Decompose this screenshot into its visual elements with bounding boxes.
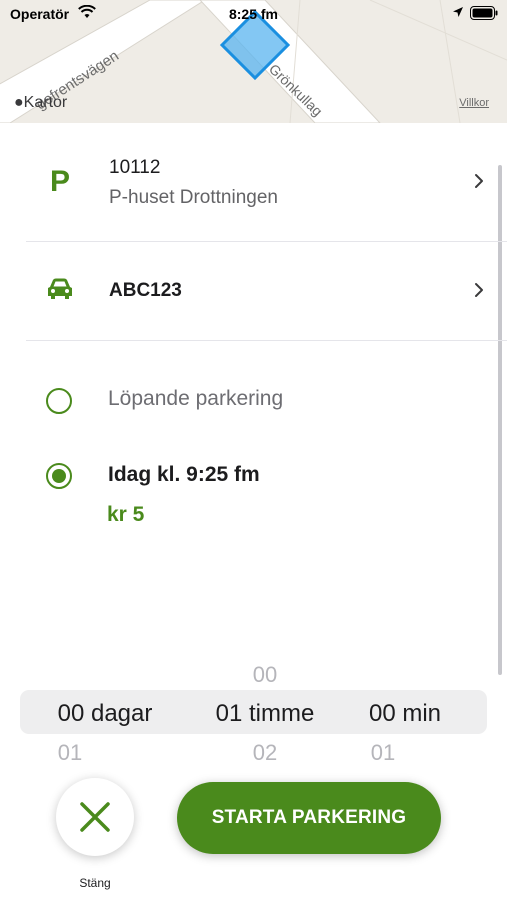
picker-minutes-below[interactable]: 01: [348, 740, 418, 766]
option-continuous-parking[interactable]: Löpande parkering: [26, 375, 486, 425]
divider: [26, 340, 507, 341]
status-time: 8:25 fm: [228, 6, 279, 22]
parking-lot-row[interactable]: P 10112 P-huset Drottningen: [26, 145, 506, 241]
picker-days-selected[interactable]: 00 dagar: [20, 700, 190, 728]
battery-icon: [470, 6, 498, 20]
radio-checked-icon[interactable]: [46, 463, 72, 489]
vehicle-plate: ABC123: [109, 280, 182, 301]
close-icon: [80, 802, 110, 832]
price-label: kr 5: [107, 503, 145, 526]
picker-hours-selected[interactable]: 01 timme: [180, 700, 350, 728]
start-parking-button[interactable]: STARTA PARKERING: [177, 782, 441, 854]
status-bar: Operatör 8:25 fm: [0, 0, 507, 28]
picker-days-below[interactable]: 01: [40, 740, 100, 766]
picker-hours-below[interactable]: 02: [180, 740, 350, 766]
parking-icon: P: [50, 165, 71, 198]
picker-hours-above[interactable]: 00: [180, 662, 350, 688]
apple-logo-icon: ●: [14, 94, 24, 111]
option-end-time[interactable]: Idag kl. 9:25 fm kr 5: [26, 455, 486, 535]
option-label: Idag kl. 9:25 fm: [108, 463, 260, 486]
parking-lot-id: 10112: [109, 157, 161, 178]
radio-unchecked-icon[interactable]: [46, 388, 72, 414]
car-icon: [48, 278, 72, 299]
location-arrow-icon: [453, 7, 463, 17]
chevron-right-icon: [475, 283, 483, 297]
map-terms-link[interactable]: Villkor: [459, 97, 489, 109]
vehicle-row[interactable]: ABC123: [26, 242, 506, 340]
chevron-right-icon: [475, 174, 483, 188]
close-label: Stäng: [79, 876, 111, 890]
duration-picker[interactable]: 00 00 dagar 01 timme 00 min 01 02 01: [0, 650, 507, 780]
map-attribution: ●Kartor: [14, 94, 68, 111]
picker-minutes-selected[interactable]: 00 min: [330, 700, 480, 728]
parking-lot-name: P-huset Drottningen: [109, 187, 278, 208]
close-button[interactable]: [56, 778, 134, 856]
option-label: Löpande parkering: [108, 387, 284, 410]
